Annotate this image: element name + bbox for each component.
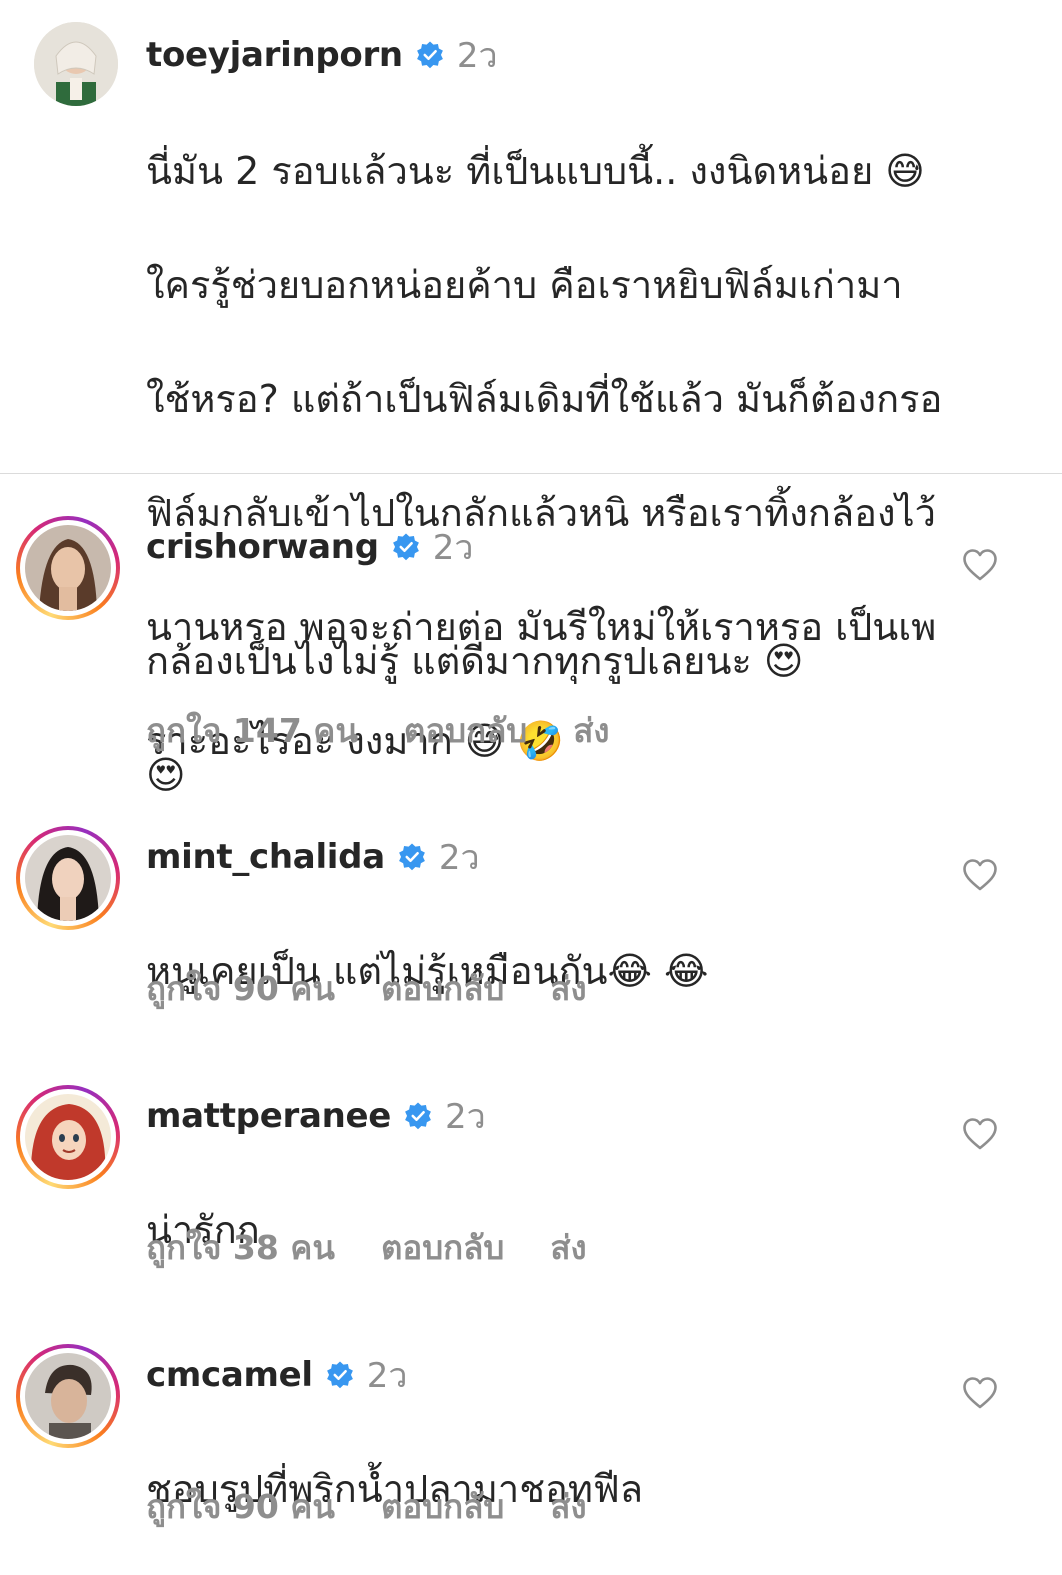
caption-header: toeyjarinporn 2ว [146,28,498,82]
divider [0,473,1062,474]
comment-header: mint_chalida 2ว [146,830,480,884]
comment-avatar[interactable] [16,1344,120,1448]
avatar-image [34,22,118,106]
comment-avatar[interactable] [16,826,120,930]
heart-outline-icon[interactable] [962,858,998,892]
heart-outline-icon[interactable] [962,548,998,582]
avatar-image [25,525,111,611]
comment-avatar[interactable] [16,516,120,620]
comment-time: 2ว [366,1356,408,1396]
likes-count[interactable]: ถูกใจ 38 คน [146,1221,335,1274]
verified-badge-icon [326,1361,353,1389]
comment-actions: ถูกใจ 38 คน ตอบกลับ ส่ง [146,1221,633,1274]
comment-avatar[interactable] [16,1085,120,1189]
comment-time: 2ว [438,838,480,878]
heart-outline-icon[interactable] [962,1376,998,1410]
verified-badge-icon [405,1102,431,1130]
avatar-image [25,1094,111,1180]
comment-actions: ถูกใจ 90 คน ตอบกลับ ส่ง [146,962,633,1015]
comment-username[interactable]: crishorwang [146,527,379,567]
comment-username[interactable]: cmcamel [146,1355,313,1395]
caption-line: นี่มัน 2 รอบแล้วนะ ที่เป็นแบบนี้.. งงนิด… [146,149,925,193]
reply-button[interactable]: ตอบกลับ [381,962,504,1015]
avatar-image [25,1353,111,1439]
caption-block: toeyjarinporn 2ว นี่มัน 2 รอบแล้วนะ ที่เ… [0,0,1062,763]
verified-badge-icon [392,533,419,561]
comment-actions: ถูกใจ 90 คน ตอบกลับ ส่ง [146,1480,633,1533]
comment-line: กล้องเป็นไงไม่รู้ แต่ดีมากทุกรูปเลยนะ 😍 [146,639,804,683]
comment-time: 2ว [432,528,474,568]
likes-count[interactable]: ถูกใจ 90 คน [146,1480,335,1533]
comment-header: mattperanee 2ว [146,1089,486,1143]
likes-count[interactable]: ถูกใจ 90 คน [146,962,335,1015]
reply-button[interactable]: ตอบกลับ [404,704,527,757]
comment-username[interactable]: mattperanee [146,1096,391,1136]
comment-username[interactable]: mint_chalida [146,837,385,877]
heart-outline-icon[interactable] [962,1117,998,1151]
caption-line: ใครรู้ช่วยบอกหน่อยค้าบ คือเราหยิบฟิล์มเก… [146,263,903,307]
caption-line: ใช้หรอ? แต่ถ้าเป็นฟิล์มเดิมที่ใช้แล้ว มั… [146,377,943,421]
send-button[interactable]: ส่ง [550,1480,586,1533]
send-button[interactable]: ส่ง [550,962,586,1015]
comment-time: 2ว [445,1097,486,1137]
comment-header: cmcamel 2ว [146,1348,407,1402]
send-button[interactable]: ส่ง [550,1221,586,1274]
reply-button[interactable]: ตอบกลับ [381,1221,504,1274]
comment-header: crishorwang 2ว [146,520,473,574]
caption-time: 2ว [456,36,498,76]
caption-avatar[interactable] [34,22,118,106]
verified-badge-icon [398,843,425,871]
verified-badge-icon [416,41,443,69]
caption-username[interactable]: toeyjarinporn [146,35,403,75]
reply-button[interactable]: ตอบกลับ [381,1480,504,1533]
avatar-image [25,835,111,921]
comment-actions: ถูกใจ 147 คน ตอบกลับ ส่ง [146,704,656,757]
likes-count[interactable]: ถูกใจ 147 คน [146,704,358,757]
send-button[interactable]: ส่ง [573,704,609,757]
